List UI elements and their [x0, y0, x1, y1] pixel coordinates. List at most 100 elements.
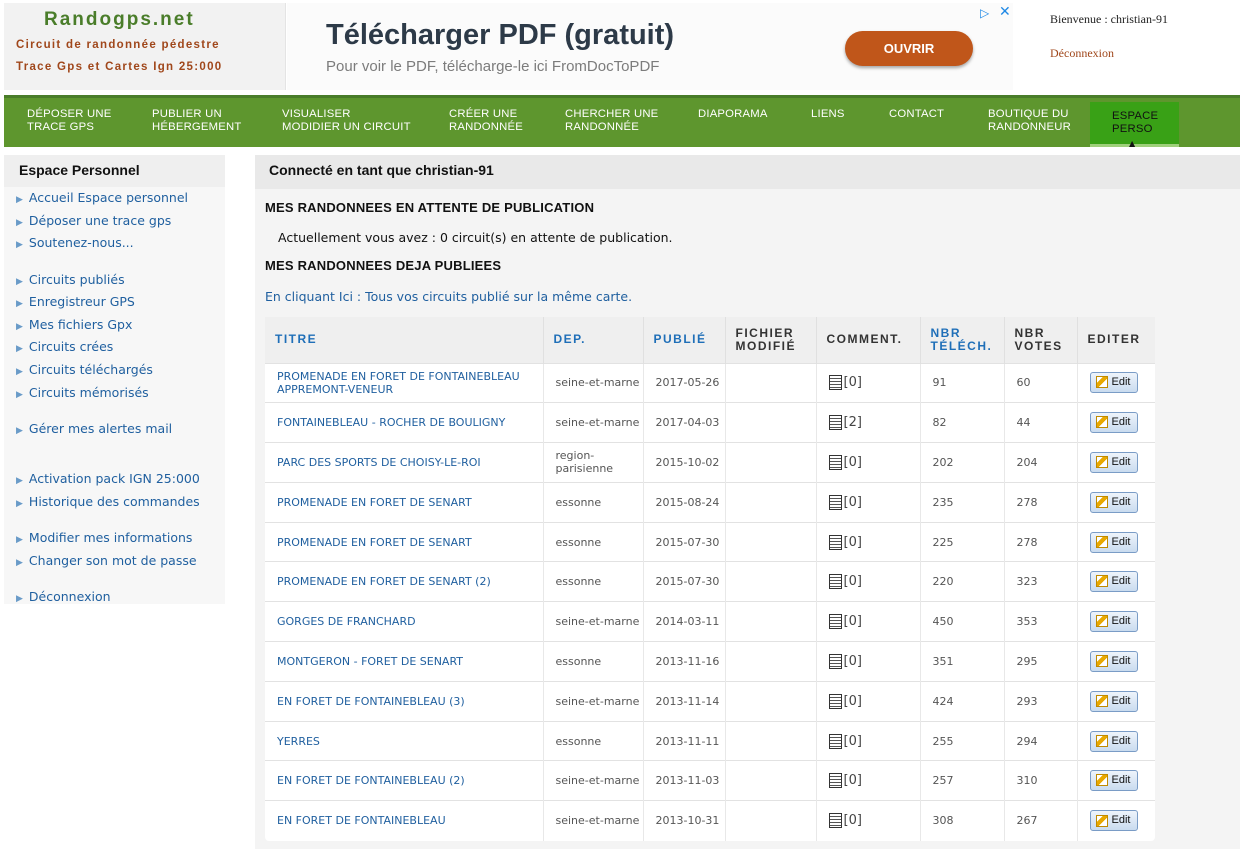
circuit-file-modified [725, 362, 817, 403]
circuit-file-modified [725, 561, 817, 602]
edit-button[interactable]: Edit [1089, 770, 1138, 792]
comment-document-icon[interactable] [828, 733, 842, 749]
sidebar-item-accueil[interactable]: ▶ Accueil Espace personnel [16, 190, 188, 205]
nav-diaporama[interactable]: Diaporama [698, 108, 768, 121]
ad-banner[interactable]: Télécharger PDF (gratuit) Pour voir le P… [287, 3, 1013, 90]
edit-button[interactable]: Edit [1089, 611, 1138, 633]
circuit-file-modified [725, 720, 817, 761]
circuit-comments[interactable]: [0] [816, 362, 921, 403]
circuit-title-link[interactable]: PROMENADE EN FORET DE SENART [265, 481, 544, 523]
circuit-title-link[interactable]: PROMENADE EN FORET DE SENART (2) [265, 561, 544, 602]
all-circuits-map-link[interactable]: En cliquant Ici : Tous vos circuits publ… [265, 289, 632, 304]
nav-boutique[interactable]: Boutique du randonneur [988, 108, 1071, 134]
circuit-title-link[interactable]: MONTGERON - FORET DE SENART [265, 641, 544, 682]
comment-document-icon[interactable] [828, 454, 842, 470]
arrow-right-icon: ▶ [16, 499, 23, 509]
circuit-comments[interactable]: [2] [816, 402, 921, 443]
circuit-comments[interactable]: [0] [816, 601, 921, 642]
comment-document-icon[interactable] [828, 534, 842, 550]
pencil-icon [1095, 694, 1108, 707]
circuit-departement: seine-et-marne [543, 601, 644, 642]
sidebar-item-fichiers-gpx[interactable]: ▶ Mes fichiers Gpx [16, 317, 132, 332]
edit-button[interactable]: Edit [1089, 531, 1138, 553]
edit-button[interactable]: Edit [1089, 372, 1138, 394]
col-dep[interactable]: DEP. [543, 317, 644, 363]
nav-chercher-randonnee[interactable]: Chercher une randonnée [565, 108, 658, 134]
circuit-comments[interactable]: [0] [816, 481, 921, 523]
nav-publier-hebergement[interactable]: Publier un hébergement [152, 108, 241, 134]
comment-document-icon[interactable] [828, 375, 842, 391]
circuit-title-link[interactable]: PARC DES SPORTS DE CHOISY-LE-ROI [265, 442, 544, 483]
comment-document-icon[interactable] [828, 574, 842, 590]
sidebar-item-alertes[interactable]: ▶ Gérer mes alertes mail [16, 421, 172, 436]
edit-button[interactable]: Edit [1089, 650, 1138, 672]
circuit-publish-date: 2014-03-11 [643, 601, 726, 642]
circuit-departement: seine-et-marne [543, 362, 644, 403]
circuit-comments[interactable]: [0] [816, 800, 921, 841]
comment-document-icon[interactable] [828, 494, 842, 510]
circuit-title-link[interactable]: FONTAINEBLEAU - ROCHER DE BOULIGNY [265, 402, 544, 443]
sidebar-item-circuits-publies[interactable]: ▶ Circuits publiés [16, 272, 125, 287]
close-icon[interactable]: ✕ [999, 4, 1011, 20]
sidebar-item-enregistreur[interactable]: ▶ Enregistreur GPS [16, 294, 135, 309]
logout-link[interactable]: Déconnexion [1050, 46, 1114, 61]
circuit-title-link[interactable]: EN FORET DE FONTAINEBLEAU (3) [265, 680, 544, 722]
sidebar-item-circuits-memorises[interactable]: ▶ Circuits mémorisés [16, 385, 149, 400]
nav-contact[interactable]: Contact [889, 108, 944, 121]
col-editer: EDITER [1077, 317, 1155, 363]
sidebar-item-deposer[interactable]: ▶ Déposer une trace gps [16, 213, 171, 228]
comment-document-icon[interactable] [828, 415, 842, 431]
site-logo[interactable]: Randogps.net Circuit de randonnée pédest… [4, 3, 286, 90]
edit-button[interactable]: Edit [1089, 491, 1138, 513]
edit-button[interactable]: Edit [1089, 451, 1138, 473]
circuit-title-link[interactable]: EN FORET DE FONTAINEBLEAU (2) [265, 760, 544, 801]
col-publie[interactable]: PUBLIÉ [643, 317, 726, 363]
edit-button[interactable]: Edit [1089, 690, 1138, 712]
circuit-comments[interactable]: [0] [816, 680, 921, 722]
comment-document-icon[interactable] [828, 614, 842, 630]
comment-document-icon[interactable] [828, 773, 842, 789]
ad-title[interactable]: Télécharger PDF (gratuit) [326, 19, 674, 52]
edit-button[interactable]: Edit [1089, 412, 1138, 434]
col-nbr-telech[interactable]: NBR TÉLÉCH. [920, 317, 1005, 363]
nav-creer-randonnee[interactable]: Créer une randonnée [449, 108, 523, 134]
circuit-title-link[interactable]: PROMENADE EN FORET DE SENART [265, 521, 544, 562]
comment-document-icon[interactable] [828, 813, 842, 829]
circuit-comments[interactable]: [0] [816, 442, 921, 483]
comment-count: [0] [843, 534, 862, 550]
circuit-votes: 353 [1004, 601, 1078, 642]
sidebar-item-historique[interactable]: ▶ Historique des commandes [16, 494, 200, 509]
ad-subtitle[interactable]: Pour voir le PDF, télécharge-le ici From… [326, 58, 659, 75]
circuit-title-link[interactable]: YERRES [265, 720, 544, 761]
nav-espace-perso[interactable]: Espace Perso ▲ [1090, 102, 1179, 148]
sidebar-item-mot-de-passe[interactable]: ▶ Changer son mot de passe [16, 553, 197, 568]
circuit-comments[interactable]: [0] [816, 760, 921, 801]
circuit-title-link[interactable]: GORGES DE FRANCHARD [265, 601, 544, 642]
col-titre[interactable]: TITRE [265, 317, 544, 363]
circuit-title-link[interactable]: PROMENADE EN FORET DE FONTAINEBLEAU APPR… [265, 362, 544, 403]
circuit-comments[interactable]: [0] [816, 720, 921, 761]
edit-button[interactable]: Edit [1089, 810, 1138, 832]
sidebar-item-deconnexion[interactable]: ▶ Déconnexion [16, 589, 111, 604]
edit-button[interactable]: Edit [1089, 730, 1138, 752]
nav-deposer-trace[interactable]: Déposer une trace GPS [27, 108, 111, 134]
sidebar-item-circuits-telecharges[interactable]: ▶ Circuits téléchargés [16, 362, 153, 377]
circuit-comments[interactable]: [0] [816, 521, 921, 562]
edit-button[interactable]: Edit [1089, 571, 1138, 593]
nav-liens[interactable]: Liens [811, 108, 845, 121]
nav-visualiser-circuit[interactable]: Visualiser Modidier un circuit [282, 108, 411, 134]
pencil-icon [1095, 615, 1108, 628]
sidebar-item-activation-ign[interactable]: ▶ Activation pack IGN 25:000 [16, 471, 200, 486]
sidebar-item-modifier-infos[interactable]: ▶ Modifier mes informations [16, 530, 192, 545]
sidebar-item-circuits-crees[interactable]: ▶ Circuits crées [16, 339, 113, 354]
ad-open-button[interactable]: OUVRIR [845, 31, 973, 66]
adchoices-icon[interactable]: ▷ [980, 6, 989, 20]
circuit-file-modified [725, 800, 817, 841]
comment-document-icon[interactable] [828, 653, 842, 669]
circuit-title-link[interactable]: EN FORET DE FONTAINEBLEAU [265, 800, 544, 841]
comment-document-icon[interactable] [828, 693, 842, 709]
logo-title[interactable]: Randogps.net [44, 9, 195, 31]
sidebar-item-soutenez[interactable]: ▶ Soutenez-nous... [16, 235, 134, 250]
circuit-comments[interactable]: [0] [816, 641, 921, 682]
circuit-comments[interactable]: [0] [816, 561, 921, 602]
